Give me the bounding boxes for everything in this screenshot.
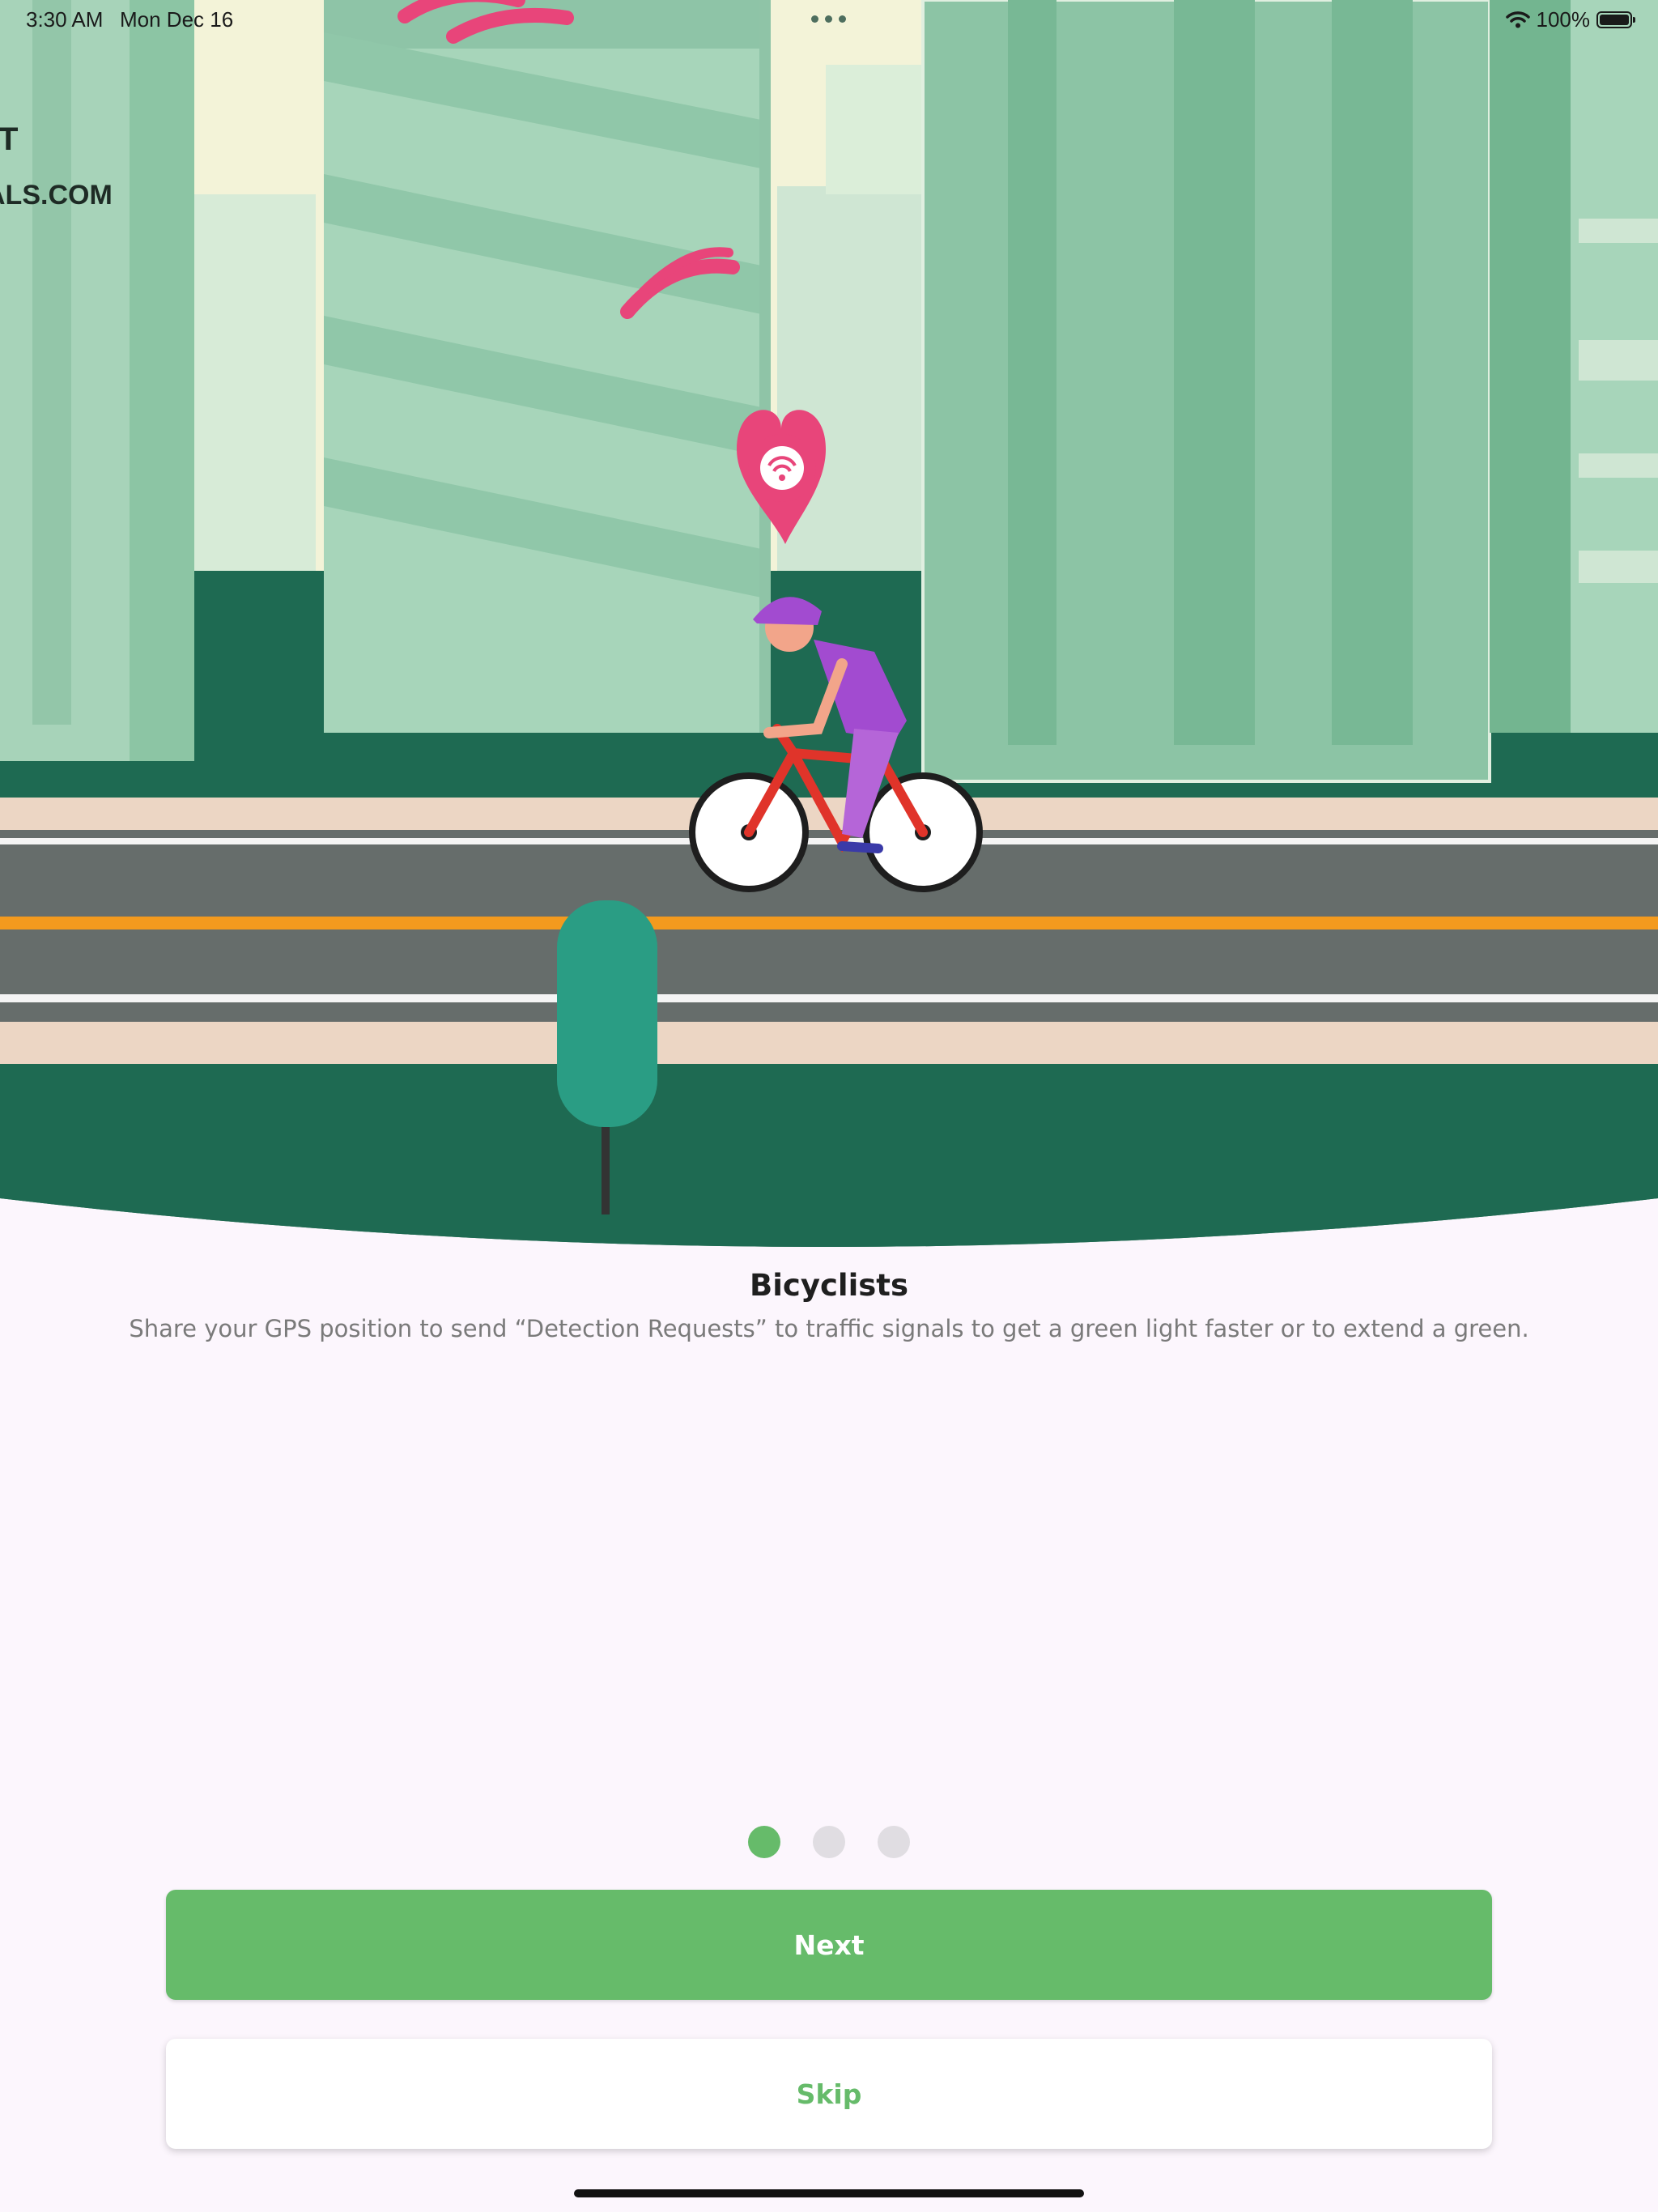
wifi-status-icon <box>1505 11 1530 28</box>
page-title: Bicyclists <box>750 1268 908 1303</box>
hero-illustration: T ALS.COM <box>0 0 1658 1247</box>
sign-text-1: T <box>0 121 18 157</box>
page-dot-1[interactable] <box>748 1826 780 1858</box>
next-button[interactable]: Next <box>166 1890 1492 2000</box>
multitasking-dots-icon[interactable] <box>810 15 848 23</box>
status-right: 100% <box>1505 6 1635 33</box>
page-dot-2[interactable] <box>813 1826 845 1858</box>
page-dot-3[interactable] <box>878 1826 910 1858</box>
battery-percent: 100% <box>1536 6 1591 32</box>
status-time: 3:30 AM <box>26 7 104 32</box>
page-description: Share your GPS position to send “Detecti… <box>129 1315 1529 1342</box>
home-indicator[interactable] <box>574 2189 1084 2197</box>
battery-icon <box>1596 11 1635 28</box>
skip-button[interactable]: Skip <box>166 2039 1492 2149</box>
status-date: Mon Dec 16 <box>120 7 234 32</box>
sign-text-2: ALS.COM <box>0 180 113 211</box>
page-indicator <box>748 1826 910 1858</box>
status-bar: 3:30 AM Mon Dec 16 100% <box>0 0 1658 39</box>
